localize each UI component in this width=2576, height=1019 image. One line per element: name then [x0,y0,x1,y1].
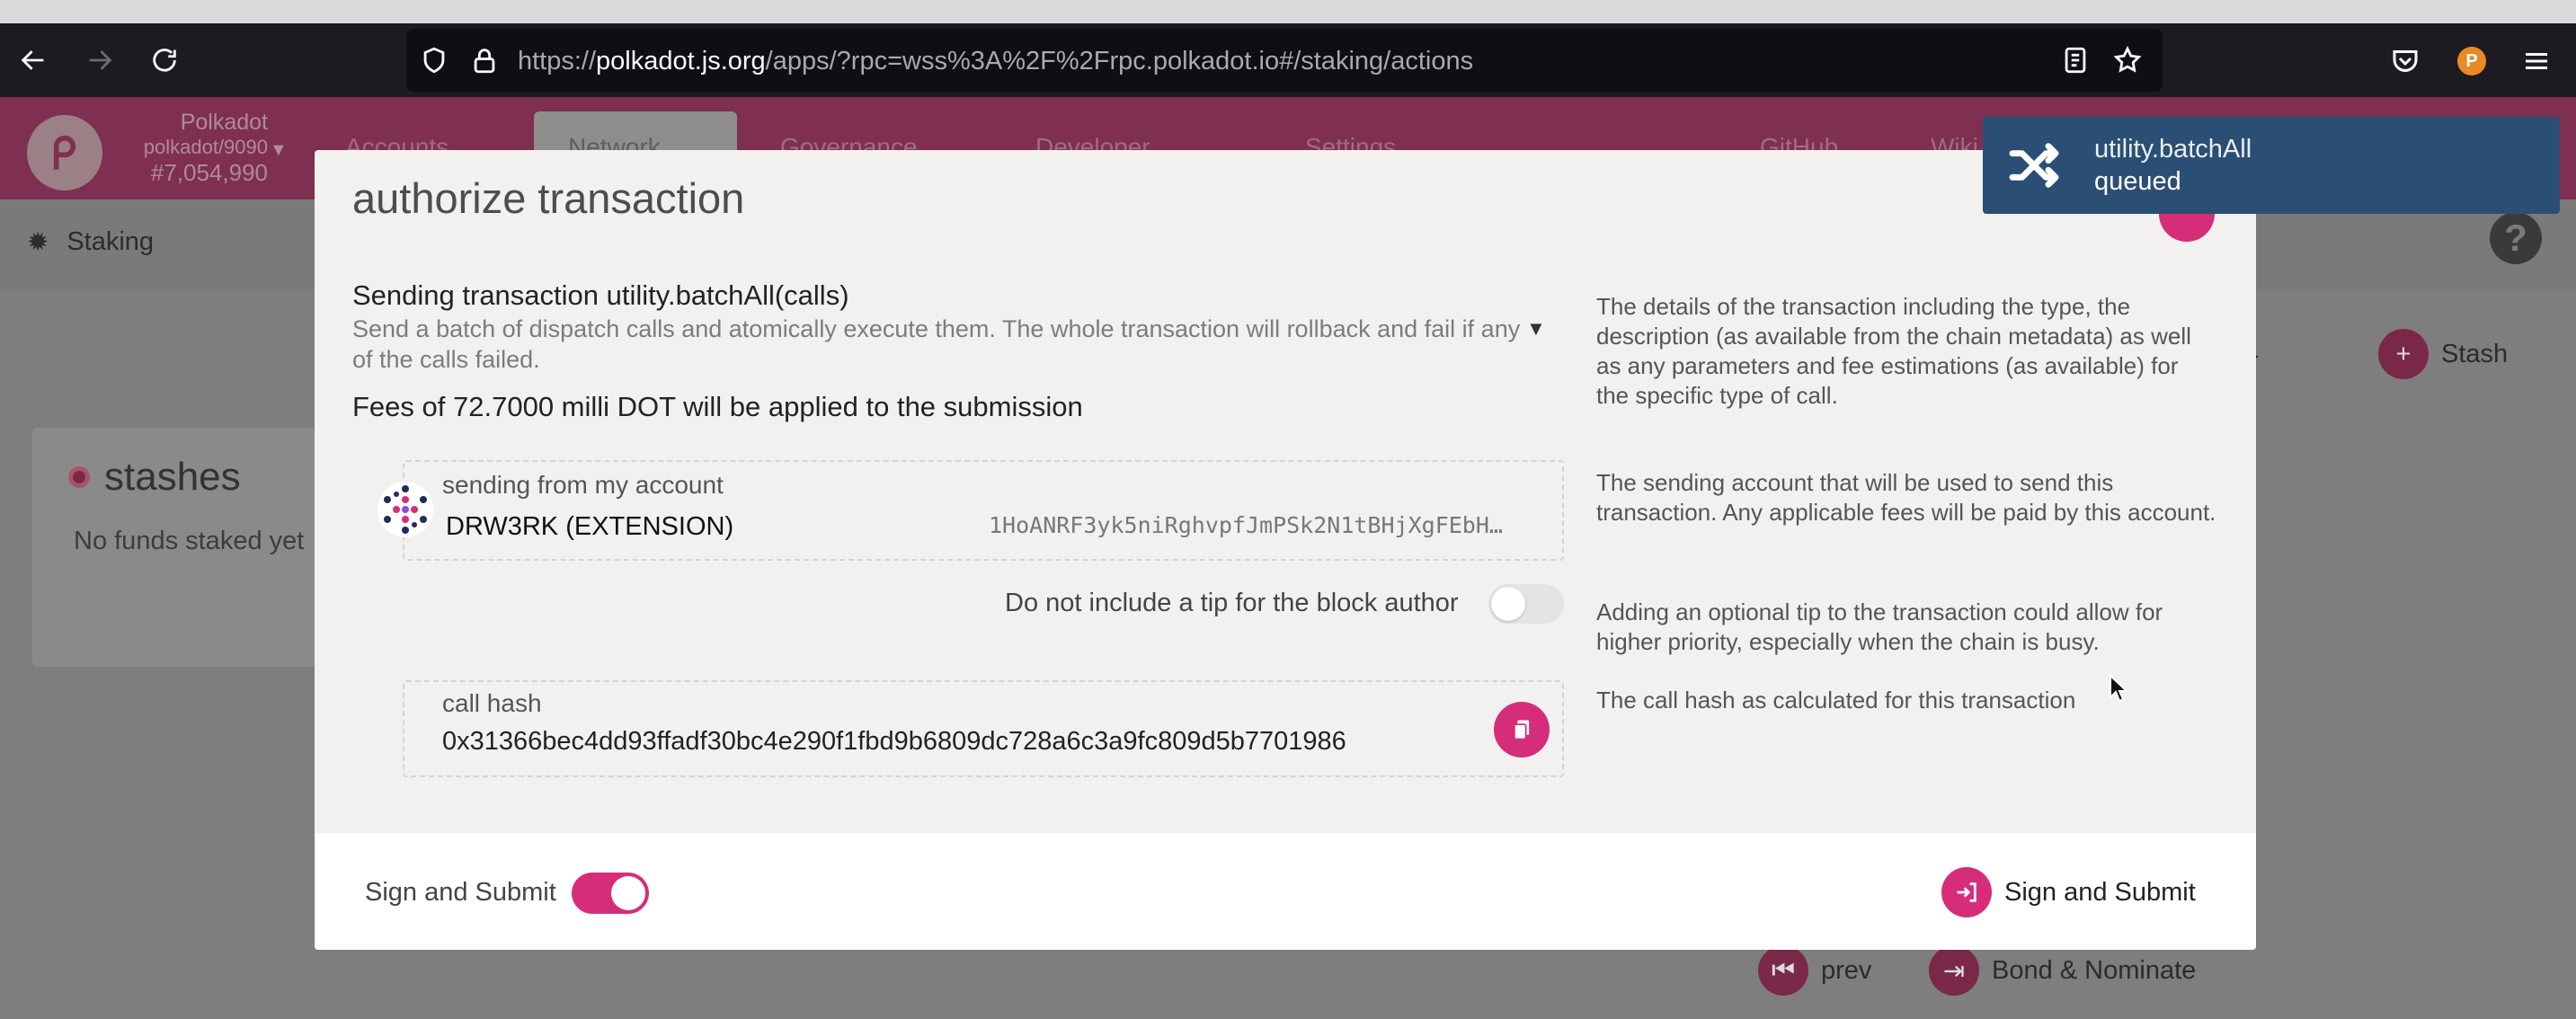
modal-footer: Sign and Submit Sign and Submit [315,833,2256,950]
expand-caret-icon[interactable]: ▼ [1526,317,1546,341]
back-arrow-icon[interactable] [14,41,52,79]
sign-submit-toggle-knob [611,876,645,910]
authorize-transaction-modal: authorize transaction Sending transactio… [315,150,2256,950]
stashes-empty-text: No funds staked yet [74,527,305,555]
forward-arrow-icon[interactable] [81,41,119,79]
modal-title: authorize transaction [352,174,745,222]
skip-back-icon: ⏮ [1758,945,1808,996]
lock-icon[interactable] [469,45,500,75]
tip-label: Do not include a tip for the block autho… [1005,589,1459,617]
sign-submit-toggle[interactable] [572,873,649,914]
sign-in-icon: ⇥ [1929,945,1979,996]
url-bar[interactable]: https://polkadot.js.org/apps/?rpc=wss%3A… [406,29,2163,92]
help-tip: Adding an optional tip to the transactio… [1596,598,2163,655]
reader-icon[interactable] [2060,45,2091,75]
tab-staking[interactable]: ✹ Staking [27,226,154,258]
transaction-heading: Sending transaction utility.batchAll(cal… [352,279,849,311]
sign-submit-toggle-label: Sign and Submit [365,878,556,907]
transaction-description: Send a batch of dispatch calls and atomi… [352,315,1521,373]
add-stash-button[interactable]: + Stash [2378,329,2508,379]
tip-toggle[interactable] [1488,584,1564,624]
tip-toggle-knob [1491,587,1525,621]
sign-and-submit-button[interactable]: Sign and Submit [1941,867,2196,917]
url-text[interactable]: https://polkadot.js.org/apps/?rpc=wss%3A… [518,47,1473,76]
account-identicon-icon [378,482,433,537]
browser-toolbar: https://polkadot.js.org/apps/?rpc=wss%3A… [0,23,2576,97]
stashes-title: stashes [68,455,241,500]
chevron-down-icon: ▼ [270,140,288,160]
window-top-strip [0,0,2576,23]
copy-icon [1513,720,1530,740]
account-name: DRW3RK (EXTENSION) [446,512,734,541]
bond-nominate-button[interactable]: ⇥ Bond & Nominate [1929,945,2196,996]
fees-text: Fees of 72.7000 milli DOT will be applie… [352,391,1083,422]
pocket-icon[interactable] [2389,45,2421,77]
polkadot-logo-icon[interactable] [27,115,102,191]
prev-button[interactable]: ⏮ prev [1758,945,1871,996]
account-selector[interactable]: sending from my account DRW3RK (EXTENSIO… [378,460,1564,561]
status-toast[interactable]: utility.batchAll queued [1983,117,2560,214]
help-details: The details of the transaction including… [1596,293,2191,409]
sign-in-icon [1941,867,1992,917]
chain-selector[interactable]: Polkadot polkadot/9090 #7,054,990 [124,110,268,185]
account-address: 1HoANRF3yk5niRghvpfJmPSk2N1tBHjXgFEbH… [989,512,1503,538]
copy-button[interactable] [1494,702,1550,758]
account-label: sending from my account [442,471,724,499]
profile-icon[interactable]: P [2456,45,2488,77]
plus-icon: + [2378,329,2429,379]
gear-icon: ✹ [27,228,49,257]
toast-title: utility.batchAll [2094,135,2252,164]
toast-status: queued [2094,167,2181,196]
shield-icon[interactable] [419,45,449,75]
call-hash-label: call hash [442,689,542,717]
hamburger-icon[interactable] [2520,45,2553,77]
star-icon[interactable] [2112,45,2143,75]
help-icon[interactable]: ? [2490,212,2542,264]
mouse-cursor-icon [2110,674,2128,703]
call-hash-box: call hash 0x31366bec4dd93ffadf30bc4e290f… [403,680,1564,777]
stash-dot-icon [68,466,90,488]
call-hash-value: 0x31366bec4dd93ffadf30bc4e290f1fbd9b6809… [442,727,1346,756]
reload-icon[interactable] [146,41,183,79]
shuffle-icon [2003,137,2065,194]
help-account: The sending account that will be used to… [1596,469,2216,526]
